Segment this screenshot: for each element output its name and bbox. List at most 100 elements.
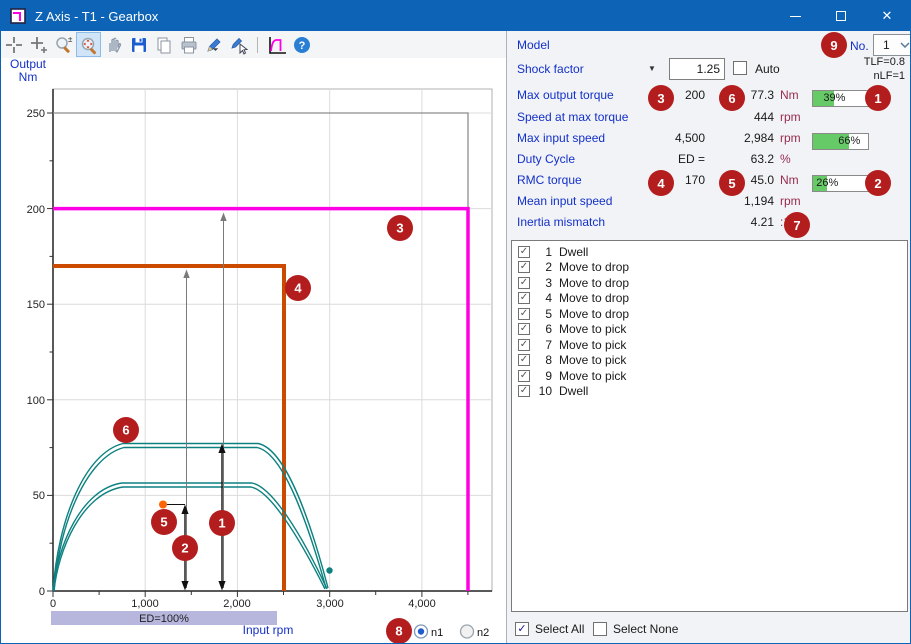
curve-style-icon[interactable] bbox=[264, 32, 289, 57]
actual-value: 444 bbox=[722, 110, 774, 124]
parameters-panel: Model 9 No. 1 Shock factor ▼ 1.25 Auto T… bbox=[506, 31, 910, 644]
step-label: Move to drop bbox=[559, 276, 629, 290]
svg-text:2: 2 bbox=[181, 541, 188, 556]
print-icon[interactable] bbox=[176, 32, 201, 57]
row-label: Duty Cycle bbox=[517, 152, 575, 166]
step-checkbox[interactable]: ✓ bbox=[518, 354, 530, 366]
torque-speed-plot[interactable]: 050 100150 200250 01,000 2,0003,000 4,00… bbox=[1, 57, 506, 644]
bar-percent: 39% bbox=[820, 92, 848, 104]
svg-text:n1: n1 bbox=[431, 627, 443, 639]
model-no-select[interactable]: 1 bbox=[873, 34, 911, 56]
bar-percent: 26% bbox=[813, 177, 841, 189]
step-label: Move to pick bbox=[559, 338, 626, 352]
list-item[interactable]: ✓9Move to pick bbox=[512, 368, 907, 384]
crosshair-icon[interactable] bbox=[1, 32, 26, 57]
step-checkbox[interactable]: ✓ bbox=[518, 261, 530, 273]
step-number: 3 bbox=[533, 276, 552, 290]
svg-text:0: 0 bbox=[39, 586, 45, 598]
minimize-button[interactable] bbox=[772, 1, 818, 31]
shock-dropdown-icon[interactable]: ▼ bbox=[648, 64, 656, 73]
save-icon[interactable] bbox=[126, 32, 151, 57]
marker-9: 9 bbox=[821, 32, 847, 58]
svg-text:3,000: 3,000 bbox=[316, 598, 344, 610]
select-none-label: Select None bbox=[613, 622, 678, 636]
list-item[interactable]: ✓8Move to pick bbox=[512, 353, 907, 369]
radio-n2[interactable]: n2 bbox=[461, 625, 490, 639]
svg-text:6: 6 bbox=[122, 423, 129, 438]
step-checkbox[interactable]: ✓ bbox=[518, 385, 530, 397]
row-label: Mean input speed bbox=[517, 194, 612, 208]
step-checkbox[interactable]: ✓ bbox=[518, 292, 530, 304]
svg-text:250: 250 bbox=[27, 108, 45, 120]
model-no-label: No. bbox=[850, 39, 869, 53]
list-item[interactable]: ✓10Dwell bbox=[512, 384, 907, 400]
step-label: Move to pick bbox=[559, 353, 626, 367]
app-window: Z Axis - T1 - Gearbox ✕ ± bbox=[0, 0, 911, 644]
zoom-in-out-icon[interactable]: ± bbox=[51, 32, 76, 57]
pan-hand-icon[interactable] bbox=[101, 32, 126, 57]
marker-2-panel: 2 bbox=[865, 170, 891, 196]
unit-label: rpm bbox=[780, 194, 801, 208]
step-checkbox[interactable]: ✓ bbox=[518, 246, 530, 258]
step-checkbox[interactable]: ✓ bbox=[518, 277, 530, 289]
svg-text:100: 100 bbox=[27, 395, 45, 407]
actual-value: 2,984 bbox=[722, 131, 774, 145]
step-list[interactable]: ✓1Dwell ✓2Move to drop ✓3Move to drop ✓4… bbox=[511, 240, 908, 612]
list-item[interactable]: ✓4Move to drop bbox=[512, 291, 907, 307]
list-item[interactable]: ✓2Move to drop bbox=[512, 260, 907, 276]
marker-1-panel: 1 bbox=[865, 85, 891, 111]
nlf-value: nLF=1 bbox=[827, 70, 905, 82]
x-tick-labels: 01,000 2,0003,000 4,000 bbox=[50, 598, 436, 610]
curve-end-point bbox=[326, 567, 332, 573]
svg-text:n2: n2 bbox=[477, 627, 489, 639]
shock-factor-label: Shock factor bbox=[517, 62, 584, 76]
select-all-label: Select All bbox=[535, 622, 584, 636]
unit-label: % bbox=[780, 152, 791, 166]
marker-6: 6 bbox=[113, 417, 139, 443]
step-checkbox[interactable]: ✓ bbox=[518, 308, 530, 320]
model-label: Model bbox=[517, 38, 550, 52]
svg-text:1: 1 bbox=[218, 516, 225, 531]
select-all-checkbox[interactable]: ✓ bbox=[515, 622, 529, 636]
toolbar-separator bbox=[257, 37, 258, 53]
close-button[interactable]: ✕ bbox=[864, 1, 910, 31]
step-number: 1 bbox=[533, 245, 552, 259]
list-item[interactable]: ✓3 Move to drop bbox=[512, 275, 907, 291]
unit-label: rpm bbox=[780, 131, 801, 145]
maximize-button[interactable] bbox=[818, 1, 864, 31]
svg-text:200: 200 bbox=[27, 204, 45, 216]
list-item[interactable]: ✓5Move to drop bbox=[512, 306, 907, 322]
step-label: Move to drop bbox=[559, 291, 629, 305]
radio-n1[interactable]: n1 bbox=[415, 625, 444, 639]
step-checkbox[interactable]: ✓ bbox=[518, 370, 530, 382]
svg-text:5: 5 bbox=[160, 515, 167, 530]
marker-4: 4 bbox=[285, 275, 311, 301]
utilization-bar: 66% bbox=[812, 133, 869, 150]
actual-value: 63.2 bbox=[722, 152, 774, 166]
actual-value: 77.3 bbox=[722, 88, 774, 102]
zoom-extents-icon[interactable] bbox=[76, 32, 101, 57]
step-checkbox[interactable]: ✓ bbox=[518, 339, 530, 351]
draw-pencil-icon[interactable] bbox=[201, 32, 226, 57]
actual-value: 4.21 bbox=[722, 215, 774, 229]
select-none-checkbox[interactable] bbox=[593, 622, 607, 636]
copy-icon[interactable] bbox=[151, 32, 176, 57]
list-item[interactable]: ✓6Move to pick bbox=[512, 322, 907, 338]
model-no-value: 1 bbox=[874, 38, 900, 52]
row-label: Inertia mismatch bbox=[517, 215, 605, 229]
crosshair-track-icon[interactable] bbox=[26, 32, 51, 57]
shock-factor-field[interactable]: 1.25 bbox=[669, 58, 725, 80]
step-checkbox[interactable]: ✓ bbox=[518, 323, 530, 335]
title-bar: Z Axis - T1 - Gearbox ✕ bbox=[1, 1, 910, 31]
limit-value: 4,500 bbox=[667, 131, 705, 145]
list-item[interactable]: ✓7Move to pick bbox=[512, 337, 907, 353]
utilization-bar: 39% bbox=[812, 90, 869, 107]
bar-percent: 66% bbox=[835, 135, 863, 147]
draw-select-icon[interactable] bbox=[226, 32, 251, 57]
auto-checkbox[interactable] bbox=[733, 61, 747, 75]
y-tick-labels: 050 100150 200250 bbox=[27, 108, 45, 598]
help-icon[interactable]: ? bbox=[289, 32, 314, 57]
marker-5: 5 bbox=[151, 509, 177, 535]
step-label: Move to pick bbox=[559, 369, 626, 383]
list-item[interactable]: ✓1Dwell bbox=[512, 244, 907, 260]
